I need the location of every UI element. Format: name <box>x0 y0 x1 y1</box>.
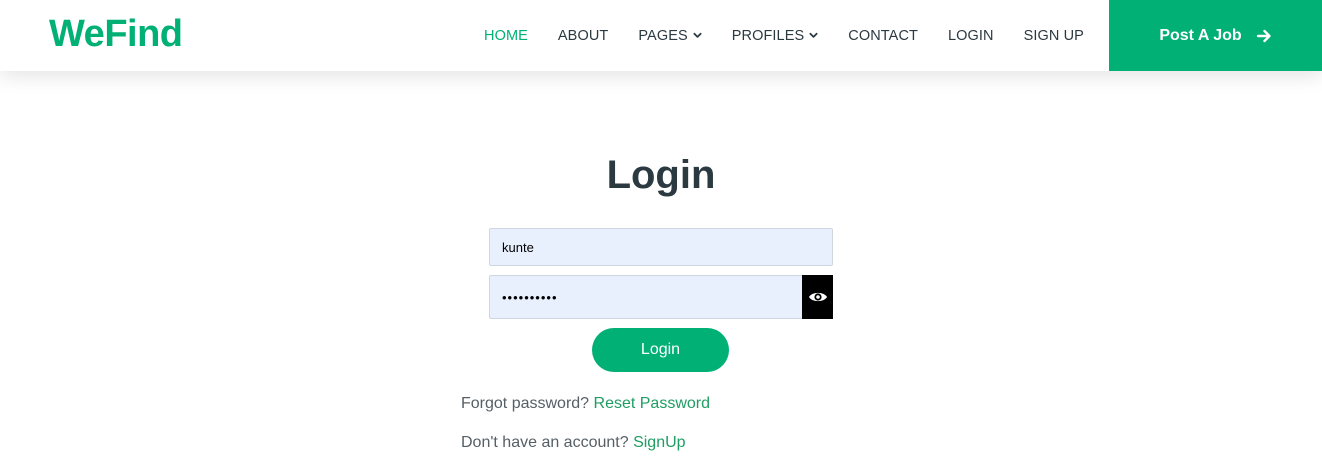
nav-about-label: ABOUT <box>557 27 609 44</box>
login-section: Login kunte •••••••••• Login Forgot pass… <box>0 71 1322 468</box>
toggle-password-button[interactable] <box>802 275 833 319</box>
eye-icon <box>808 292 827 302</box>
nav-pages-label: PAGES <box>638 27 688 44</box>
password-value: •••••••••• <box>502 289 558 305</box>
nav-contact-label: CONTACT <box>848 27 918 44</box>
login-button[interactable]: Login <box>592 328 729 372</box>
reset-password-link[interactable]: Reset Password <box>594 395 711 412</box>
nav-signup-label: SIGN UP <box>1023 27 1084 44</box>
nav-profiles-label: PROFILES <box>731 27 805 44</box>
signup-row: Don't have an account? SignUp <box>461 434 686 452</box>
post-job-label: Post A Job <box>1159 26 1242 44</box>
login-button-label: Login <box>640 341 681 358</box>
nav-login[interactable]: LOGIN <box>948 28 994 44</box>
no-account-text: Don't have an account? <box>461 434 629 451</box>
page-title: Login <box>606 153 716 197</box>
nav-contact[interactable]: CONTACT <box>848 28 918 44</box>
signup-link[interactable]: SignUp <box>633 434 685 451</box>
username-value: kunte <box>502 239 534 255</box>
nav-pages[interactable]: PAGES <box>638 27 702 44</box>
password-input[interactable]: •••••••••• <box>489 275 803 319</box>
nav-signup[interactable]: SIGN UP <box>1024 28 1084 44</box>
arrow-right-icon <box>1256 29 1271 42</box>
chevron-down-icon <box>809 32 818 38</box>
nav-home[interactable]: HOME <box>484 28 528 44</box>
nav-profiles[interactable]: PROFILES <box>732 28 819 44</box>
nav-login-label: LOGIN <box>947 27 994 44</box>
chevron-down-icon <box>693 32 702 38</box>
forgot-password-text: Forgot password? <box>461 395 590 412</box>
post-job-button[interactable]: Post A Job <box>1109 0 1322 71</box>
username-input[interactable]: kunte <box>489 228 833 266</box>
nav-about[interactable]: ABOUT <box>558 28 608 44</box>
brand-logo[interactable]: WeFind <box>49 10 183 58</box>
forgot-password-row: Forgot password? Reset Password <box>461 395 710 413</box>
main-nav: HOME ABOUT PAGES PROFILES CONTACT LOGIN … <box>484 0 1084 71</box>
top-navbar: WeFind HOME ABOUT PAGES PROFILES CONTACT… <box>0 0 1322 71</box>
nav-home-label: HOME <box>484 27 528 44</box>
